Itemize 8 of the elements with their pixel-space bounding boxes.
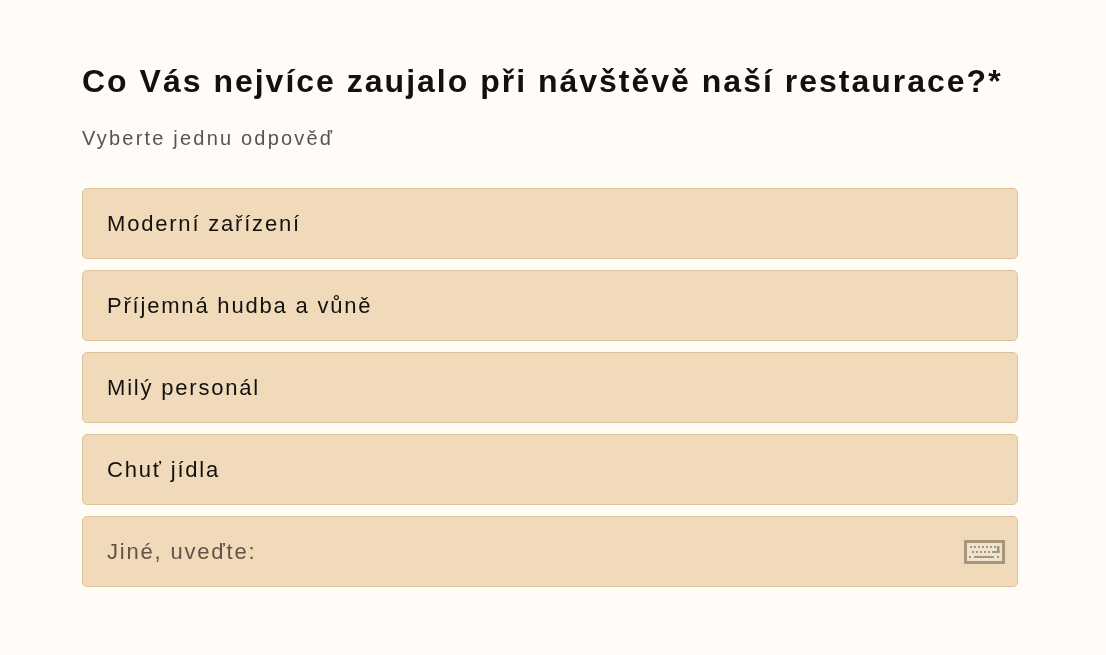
answer-option[interactable]: Chuť jídla xyxy=(82,434,1018,506)
answer-option[interactable]: Příjemná hudba a vůně xyxy=(82,270,1018,342)
answer-option[interactable]: Milý personál xyxy=(82,352,1018,424)
keyboard-icon[interactable] xyxy=(964,539,1005,564)
answer-option[interactable]: Moderní zařízení xyxy=(82,188,1018,260)
other-answer-field[interactable]: Jiné, uveďte: xyxy=(82,516,1018,588)
question-title: Co Vás nejvíce zaujalo při návštěvě naší restaurace?* xyxy=(82,62,1004,101)
question-hint: Vyberte jednu odpověď xyxy=(82,126,336,151)
